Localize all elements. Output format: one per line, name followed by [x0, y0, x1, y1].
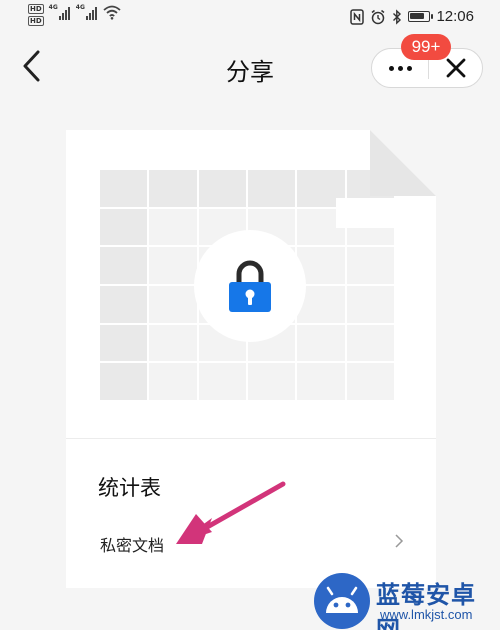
network-type: 4G [75, 4, 85, 11]
hd-indicators: HD HD [28, 4, 44, 26]
nfc-icon [350, 8, 365, 25]
hd-badge: HD [28, 4, 44, 14]
lock-icon [229, 260, 271, 312]
wifi-icon [103, 5, 121, 20]
bluetooth-icon [393, 8, 402, 25]
document-preview [66, 130, 436, 438]
notification-badge: 99+ [401, 34, 451, 60]
battery-icon [408, 11, 434, 22]
document-name: 统计表 [98, 476, 161, 500]
watermark-url: www.lmkjst.com [380, 607, 473, 622]
hd-badge: HD [28, 16, 44, 26]
document-card[interactable]: 统计表 私密文档 [66, 130, 436, 588]
android-logo-icon [314, 573, 370, 629]
lock-badge [194, 230, 306, 342]
page-fold-corner [370, 130, 436, 196]
chevron-right-icon [395, 534, 404, 548]
status-right: 12:06 [350, 8, 474, 25]
battery-fill [410, 13, 425, 19]
privacy-label: 私密文档 [100, 536, 165, 555]
network-type: 4G [48, 4, 58, 11]
privacy-setting-row[interactable]: 私密文档 [66, 520, 436, 564]
close-icon [446, 58, 465, 78]
signal-icon: 4G [76, 4, 98, 20]
alarm-icon [371, 9, 385, 24]
more-icon [388, 65, 394, 71]
signal-icon: 4G [49, 4, 71, 20]
status-left: HD HD 4G 4G [28, 4, 121, 26]
site-watermark: 蓝莓安卓网 www.lmkjst.com [314, 573, 500, 630]
status-time: 12:06 [436, 8, 474, 25]
card-divider [66, 438, 436, 439]
status-bar: HD HD 4G 4G 12:06 [0, 0, 500, 36]
